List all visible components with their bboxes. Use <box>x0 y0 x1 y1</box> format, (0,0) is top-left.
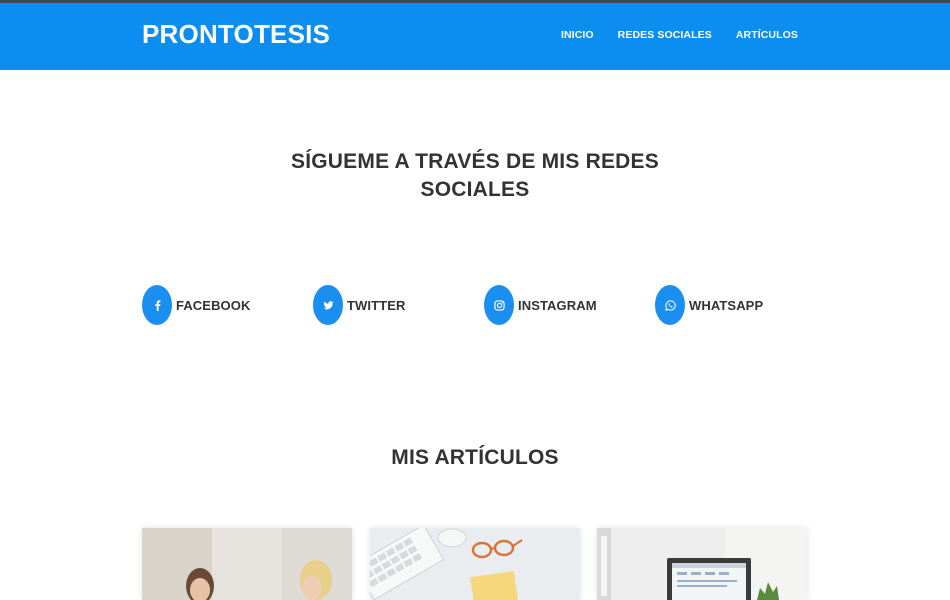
article-card-3[interactable] <box>597 528 807 600</box>
twitter-icon <box>313 285 343 325</box>
social-title-line1: SÍGUEME A TRAVÉS DE MIS REDES <box>291 150 659 173</box>
article-card-1[interactable] <box>142 528 352 600</box>
social-label-instagram: INSTAGRAM <box>518 297 597 313</box>
social-link-whatsapp[interactable]: WHATSAPP <box>655 285 763 325</box>
social-link-facebook[interactable]: FACEBOOK <box>142 285 250 325</box>
articles-section-title: MIS ARTÍCULOS <box>391 446 559 469</box>
social-section-title: SÍGUEME A TRAVÉS DE MIS REDES SOCIALES <box>0 148 950 204</box>
instagram-icon <box>484 285 514 325</box>
social-label-whatsapp: WHATSAPP <box>689 297 764 313</box>
desk-keyboard-glasses-photo <box>370 528 580 600</box>
laptop-office-photo <box>597 528 807 600</box>
brand-logo[interactable]: PRONTOTESIS <box>142 19 330 50</box>
two-women-photo <box>142 528 352 600</box>
social-label-facebook: FACEBOOK <box>176 297 251 313</box>
navbar: PRONTOTESIS INICIO REDES SOCIALES ARTÍCU… <box>0 3 950 70</box>
main-nav: INICIO REDES SOCIALES ARTÍCULOS <box>561 29 798 41</box>
nav-link-articulos[interactable]: ARTÍCULOS <box>736 29 798 41</box>
social-link-twitter[interactable]: TWITTER <box>313 285 405 325</box>
facebook-icon <box>142 285 172 325</box>
whatsapp-icon <box>655 285 685 325</box>
nav-link-redes-sociales[interactable]: REDES SOCIALES <box>618 29 712 41</box>
social-label-twitter: TWITTER <box>347 297 406 313</box>
article-card-2[interactable] <box>370 528 580 600</box>
social-link-instagram[interactable]: INSTAGRAM <box>484 285 597 325</box>
social-title-line2: SOCIALES <box>420 178 530 201</box>
nav-link-inicio[interactable]: INICIO <box>561 29 594 41</box>
